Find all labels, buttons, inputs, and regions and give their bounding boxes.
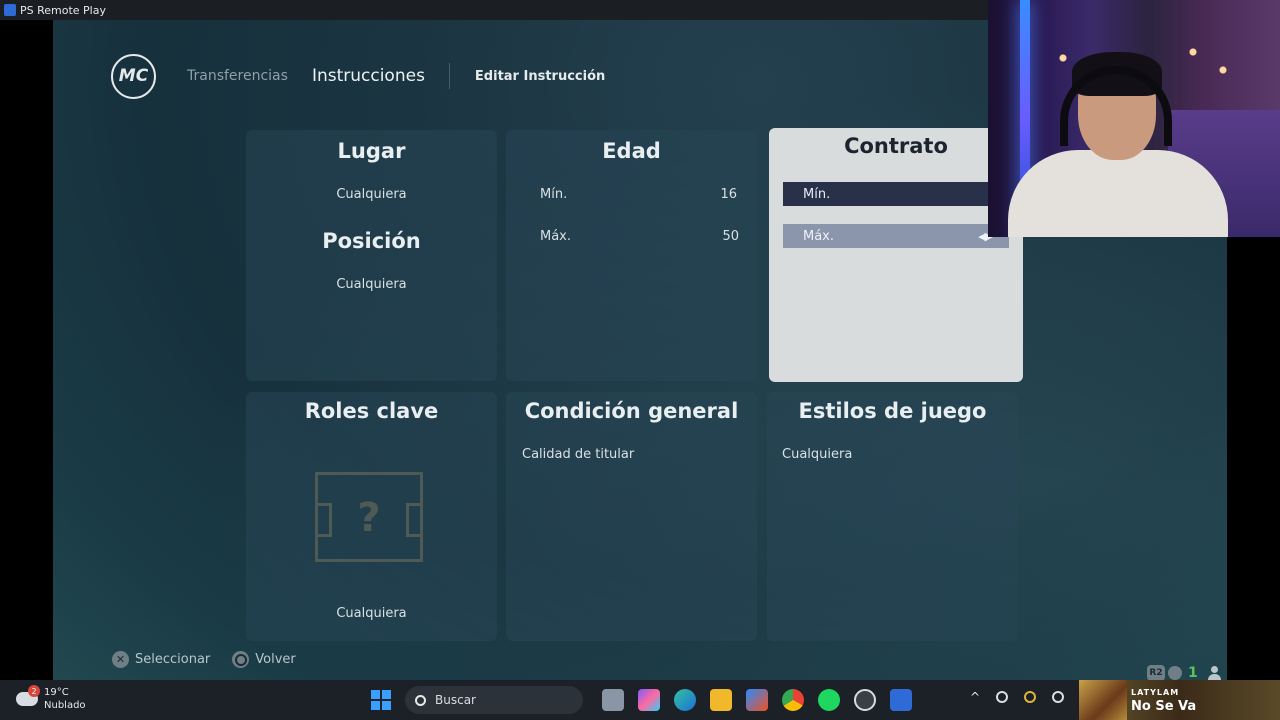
edad-min-value: 16	[720, 187, 737, 202]
nav-divider	[448, 63, 450, 89]
roles-value: Cualquiera	[336, 606, 407, 621]
file-explorer-icon[interactable]	[710, 689, 732, 711]
card-edad[interactable]: Edad Mín. 16 Máx. 50	[506, 130, 757, 381]
card-roles-clave[interactable]: Roles clave ? Cualquiera	[246, 392, 497, 641]
edad-max-label: Máx.	[540, 229, 572, 244]
contrato-max-field[interactable]: Máx. ◀▶	[783, 224, 1009, 248]
tab-instrucciones[interactable]: Instrucciones	[312, 66, 425, 86]
album-cover	[1079, 680, 1127, 720]
edge-icon[interactable]	[674, 689, 696, 711]
search-label: Buscar	[435, 693, 476, 707]
obs-icon[interactable]	[854, 689, 876, 711]
edad-min-label: Mín.	[540, 187, 568, 202]
task-view-icon[interactable]	[602, 689, 624, 711]
green-count: 1	[1188, 665, 1198, 680]
card-title-edad: Edad	[602, 139, 661, 163]
button-hints: ✕ Seleccionar Volver	[112, 651, 296, 668]
weather-temp: 19°C	[44, 687, 69, 698]
streamer-shirt	[1008, 150, 1228, 237]
contrato-max-label: Máx.	[803, 228, 835, 244]
now-playing-widget[interactable]: LATYLAM No Se Va	[1079, 680, 1280, 720]
card-lugar[interactable]: Lugar Cualquiera Posición Cualquiera	[246, 130, 497, 381]
card-condicion-general[interactable]: Condición general Calidad de titular	[506, 392, 757, 641]
status-indicators: R2 1 0	[1147, 665, 1227, 680]
players-icon	[1207, 666, 1226, 680]
weather-widget[interactable]: 2 19°C Nublado	[16, 685, 86, 712]
hint-select[interactable]: Seleccionar	[135, 652, 210, 667]
contrato-min-field[interactable]: Mín.	[783, 182, 1009, 206]
card-estilos-de-juego[interactable]: Estilos de juego Cualquiera	[767, 392, 1018, 641]
sync-icon[interactable]	[1052, 691, 1065, 703]
lugar-value: Cualquiera	[336, 187, 407, 202]
music-artist: LATYLAM	[1131, 688, 1180, 697]
tray-icon-1[interactable]	[996, 691, 1009, 703]
circle-button-icon	[232, 651, 250, 668]
music-song: No Se Va	[1131, 699, 1197, 714]
card-title-estilos: Estilos de juego	[798, 399, 987, 423]
mc-logo: MC	[111, 53, 156, 99]
taskbar-center: Buscar	[371, 686, 919, 714]
cloud-icon: 2	[16, 685, 40, 706]
window-title: PS Remote Play	[20, 3, 106, 17]
notification-badge: 2	[28, 685, 40, 697]
card-title-condicion: Condición general	[524, 399, 739, 423]
chrome-icon[interactable]	[782, 689, 804, 711]
taskbar-search[interactable]: Buscar	[405, 686, 583, 714]
tray-icon-2[interactable]	[1024, 691, 1037, 703]
chevron-up-icon[interactable]: ^	[970, 690, 980, 704]
ps-remote-play-icon	[4, 4, 16, 16]
pitch-question-icon: ?	[315, 472, 423, 562]
hint-back[interactable]: Volver	[255, 652, 296, 667]
ps-remote-play-taskbar-icon[interactable]	[890, 689, 912, 711]
page-title: Editar Instrucción	[474, 68, 606, 84]
contrato-min-label: Mín.	[803, 186, 831, 202]
card-title-roles: Roles clave	[304, 399, 439, 423]
card-title-posicion: Posición	[322, 229, 421, 253]
card-title-lugar: Lugar	[337, 139, 406, 163]
cross-button-icon: ✕	[112, 651, 129, 668]
webcam-overlay	[988, 0, 1280, 237]
posicion-value: Cualquiera	[336, 277, 407, 292]
speaker-icon	[1168, 666, 1182, 680]
card-title-contrato: Contrato	[844, 134, 948, 158]
letterbox-left	[0, 20, 53, 680]
card-contrato[interactable]: Contrato Mín. Máx. ◀▶	[769, 128, 1023, 382]
copilot-icon[interactable]	[638, 689, 660, 711]
estilos-value: Cualquiera	[782, 447, 853, 462]
system-tray: ^	[970, 690, 1065, 704]
windows-start-icon[interactable]	[371, 690, 391, 710]
weather-desc: Nublado	[44, 700, 86, 711]
edad-max-value: 50	[722, 229, 739, 244]
store-icon[interactable]	[746, 689, 768, 711]
windows-taskbar: 2 19°C Nublado Buscar ^ LATYLAM No Se Va	[0, 680, 1280, 720]
search-icon	[415, 694, 426, 706]
r2-button-icon: R2	[1147, 665, 1165, 680]
condicion-value: Calidad de titular	[522, 447, 635, 462]
top-navigation: MC Transferencias Instrucciones Editar I…	[111, 52, 629, 100]
tab-transferencias[interactable]: Transferencias	[187, 68, 288, 84]
spotify-icon[interactable]	[818, 689, 840, 711]
